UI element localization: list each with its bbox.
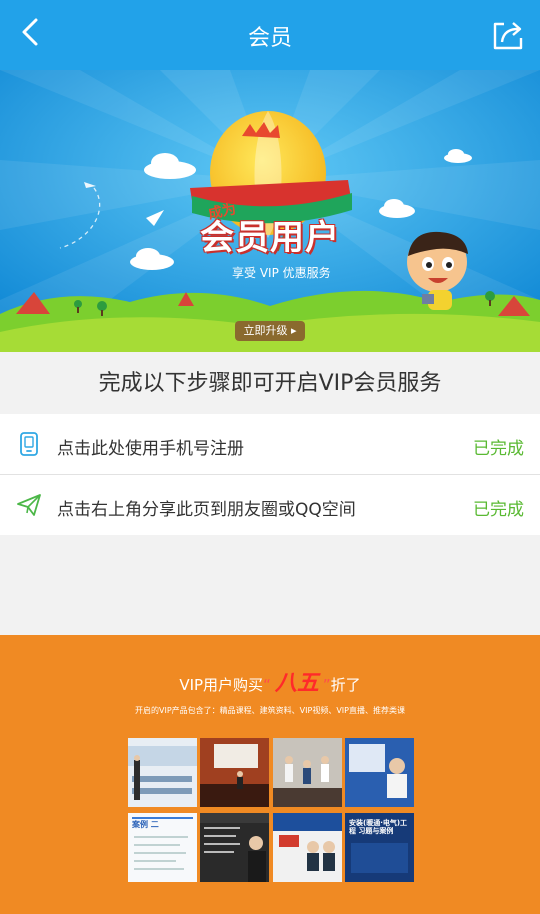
page-title: 会员 bbox=[247, 26, 292, 51]
vip-discount-promo[interactable]: VIP用户购买“ 八五 ”折了 开启的VIP产品包含了：精品课程、建筑资料、VIP视… bbox=[0, 635, 540, 914]
vip-hero-banner[interactable]: 成为 会员用户 享受 VIP 优惠服务 立即升级 ▸ bbox=[0, 70, 540, 352]
thumbnail-speaker[interactable] bbox=[345, 738, 414, 807]
task-list: 点击此处使用手机号注册 已完成 点击右上角分享此页到朋友圈或QQ空间 已完成 bbox=[0, 414, 540, 535]
thumbnail-case-study[interactable]: 案例 二 bbox=[128, 813, 197, 882]
thumbnail-slides[interactable] bbox=[200, 813, 269, 882]
task-label: 点击此处使用手机号注册 bbox=[57, 439, 244, 459]
task-share-moments[interactable]: 点击右上角分享此页到朋友圈或QQ空间 已完成 bbox=[0, 475, 540, 535]
quote-open: “ bbox=[263, 676, 271, 694]
thumbnail-caption: 安装(暖通·电气)工程 习题与案例 bbox=[349, 819, 408, 835]
task-status: 已完成 bbox=[473, 500, 524, 520]
task-register-phone[interactable]: 点击此处使用手机号注册 已完成 bbox=[0, 414, 540, 475]
share-icon bbox=[493, 22, 523, 50]
thumbnail-caption: 案例 二 bbox=[132, 820, 159, 829]
badge-main-text: 会员用户 bbox=[200, 218, 340, 258]
task-label: 点击右上角分享此页到朋友圈或QQ空间 bbox=[57, 500, 356, 520]
promo-discount: 八五 bbox=[274, 671, 319, 696]
thumbnail-book-cover[interactable]: 安装(暖通·电气)工程 习题与案例 bbox=[345, 813, 414, 882]
thumbnail-vip-course[interactable] bbox=[273, 813, 342, 882]
share-button[interactable] bbox=[490, 16, 526, 52]
promo-subtitle: 开启的VIP产品包含了：精品课程、建筑资料、VIP视频、VIP直播、推荐类课 bbox=[135, 706, 405, 715]
thumbnail-audience[interactable] bbox=[273, 738, 342, 807]
steps-headline: 完成以下步骤即可开启VIP会员服务 bbox=[0, 352, 540, 414]
quote-close: ” bbox=[322, 676, 331, 694]
promo-title: VIP用户购买“ 八五 ”折了 bbox=[0, 665, 540, 697]
top-nav-bar: 会员 bbox=[0, 0, 540, 70]
paper-plane-icon bbox=[16, 492, 42, 518]
task-status: 已完成 bbox=[473, 439, 524, 459]
ribbon-text: 享受 VIP 优惠服务 bbox=[232, 266, 331, 280]
promo-title-prefix: VIP用户购买 bbox=[179, 676, 264, 694]
course-thumbnails: 案例 二 安装(暖通·电气)工程 习题与案例 bbox=[128, 738, 414, 882]
phone-icon bbox=[16, 431, 42, 457]
promo-title-suffix: 折了 bbox=[330, 676, 361, 694]
upgrade-now-button[interactable]: 立即升级 ▸ bbox=[235, 321, 305, 341]
thumbnail-classroom[interactable] bbox=[128, 738, 197, 807]
thumbnail-lecture-hall[interactable] bbox=[200, 738, 269, 807]
